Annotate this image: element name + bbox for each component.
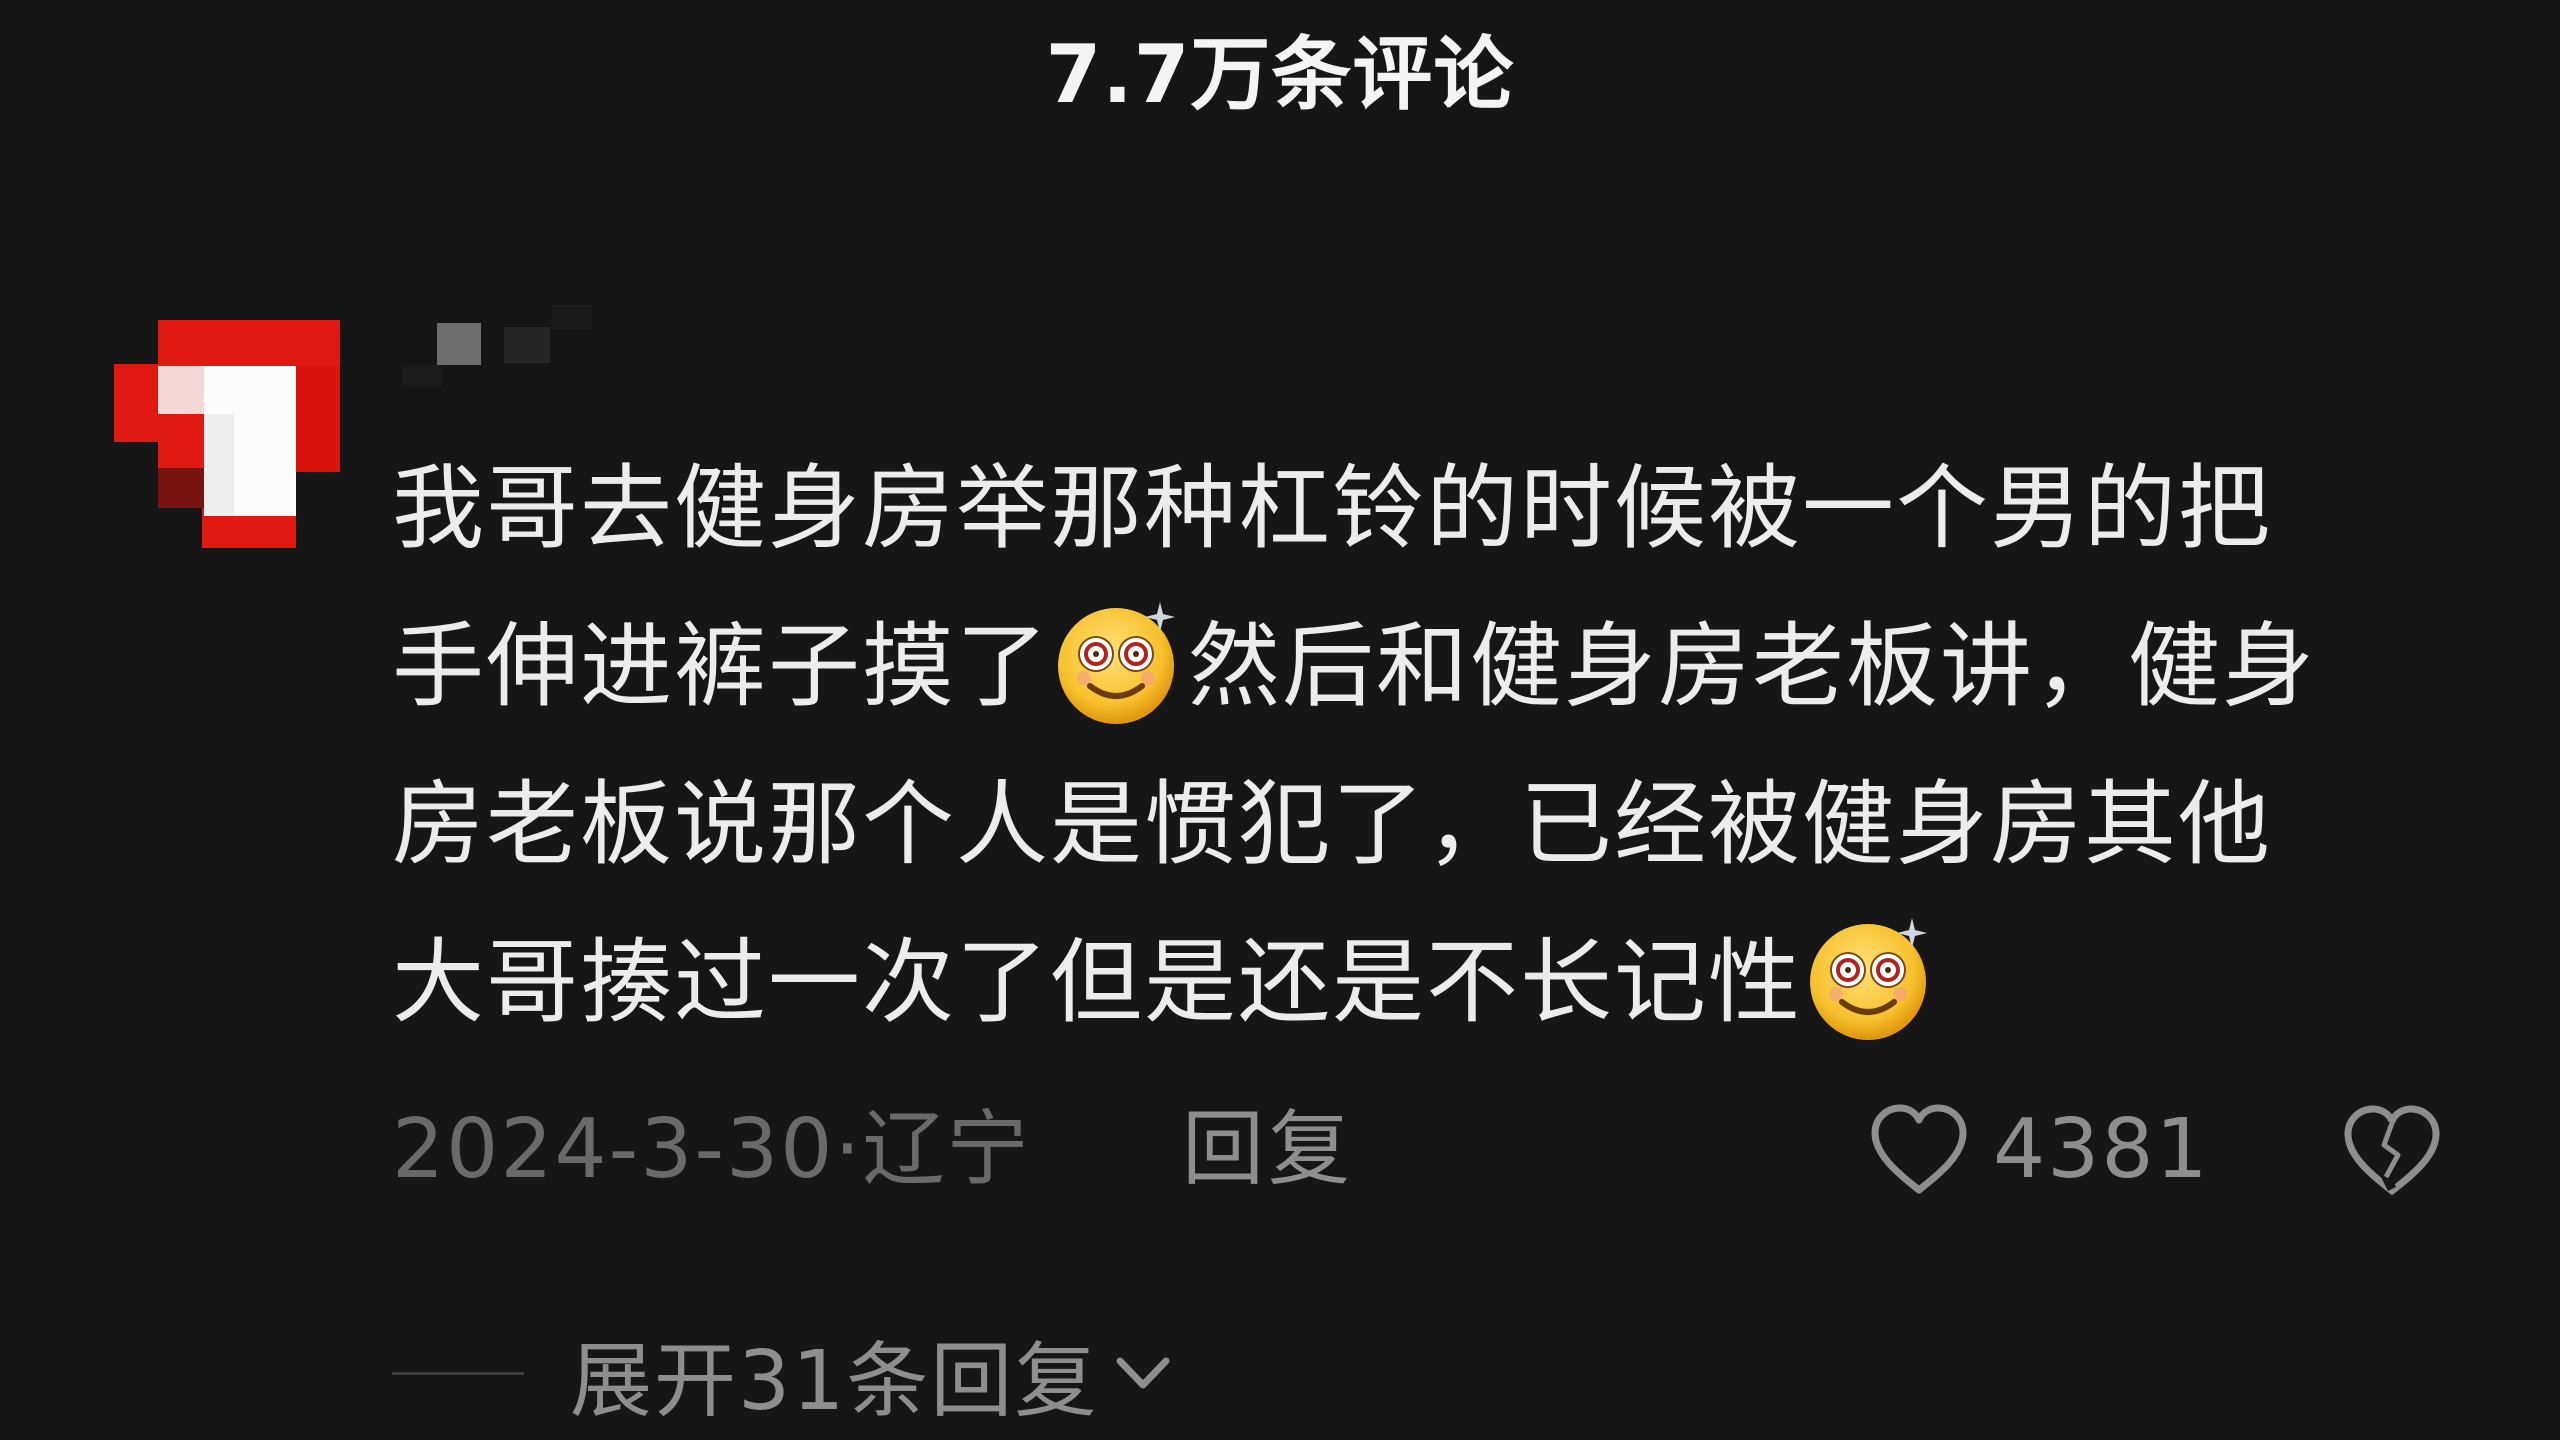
chevron-down-icon (1116, 1357, 1170, 1389)
reply-button[interactable]: 回复 (1182, 1095, 1354, 1205)
comment-text-segment: 手伸进裤子摸了 (392, 613, 1051, 720)
comment-location: 辽宁 (862, 1102, 1031, 1197)
comment-date-location: 2024-3-30·辽宁 (392, 1095, 1030, 1205)
comment-text-segment: 然后和健身房老板讲，健身 (1188, 613, 2317, 720)
expand-replies-label: 展开31条回复 (570, 1333, 1099, 1429)
broken-heart-icon[interactable] (2340, 1103, 2444, 1199)
comment-text: 我哥去健身房举那种杠铃的时候被一个男的把 手伸进裤子摸了 然后和健身房老板讲，健… (392, 430, 2442, 1062)
comment-line: 我哥去健身房举那种杠铃的时候被一个男的把 (392, 430, 2442, 588)
comment-text-segment: 大哥揍过一次了但是还是不长记性 (392, 929, 1803, 1036)
comment-meta-row: 2024-3-30·辽宁 回复 4381 (392, 1095, 2472, 1205)
expand-replies-button[interactable]: 展开31条回复 (392, 1318, 1292, 1429)
comment-line: 大哥揍过一次了但是还是不长记性 (392, 904, 2442, 1062)
username[interactable] (392, 305, 602, 395)
comments-panel: 7.7万条评论 我哥去健身房举那种杠铃的时候被一个男的把 手伸进裤子摸了 然后和… (0, 0, 2560, 1440)
expand-divider (392, 1371, 524, 1375)
like-button[interactable]: 4381 (1867, 1095, 2210, 1205)
comment-date: 2024-3-30 (392, 1102, 835, 1197)
comment-text-segment: 我哥去健身房举那种杠铃的时候被一个男的把 (392, 455, 2273, 562)
heart-icon (1871, 1104, 1967, 1194)
comment-line: 手伸进裤子摸了 然后和健身房老板讲，健身 (392, 588, 2442, 746)
meta-separator: · (834, 1102, 863, 1197)
comment-line: 房老板说那个人是惯犯了，已经被健身房其他 (392, 746, 2442, 904)
comments-count-title: 7.7万条评论 (1045, 28, 1515, 121)
avatar[interactable] (112, 318, 344, 550)
username-pixelated-icon (402, 305, 592, 387)
comment-text-segment: 房老板说那个人是惯犯了，已经被健身房其他 (392, 771, 2273, 878)
dizzy-face-emoji-icon (1806, 914, 1936, 1044)
avatar-pixelated-icon (114, 320, 340, 548)
dizzy-face-emoji-icon (1054, 598, 1184, 728)
like-count: 4381 (1993, 1102, 2210, 1197)
